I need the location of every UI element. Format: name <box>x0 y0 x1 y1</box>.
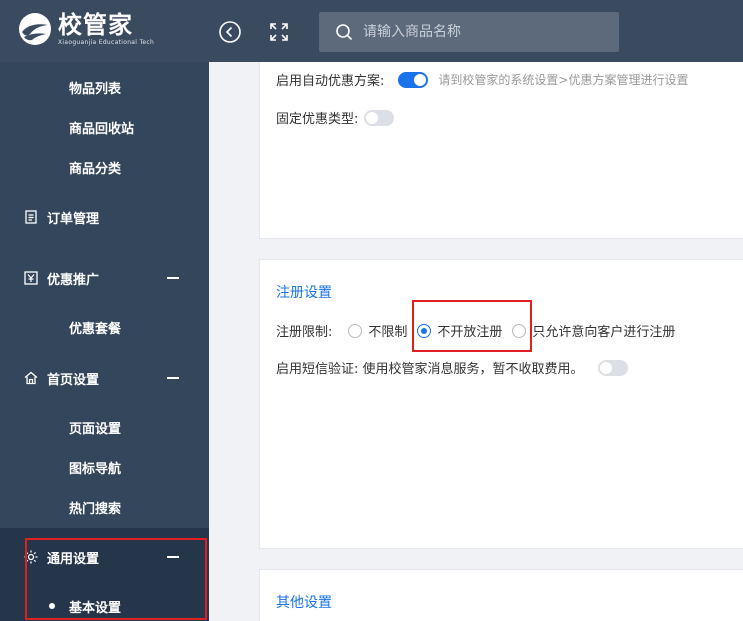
chevron-left-icon <box>219 21 241 43</box>
sidebar-item-label: 基本设置 <box>69 600 122 616</box>
auto-discount-row: 启用自动优惠方案: 请到校管家的系统设置>优惠方案管理进行设置 <box>276 70 688 89</box>
radio-closed-register[interactable]: 不开放注册 <box>417 321 502 340</box>
sidebar-item-page-settings[interactable]: 页面设置 <box>0 407 209 447</box>
sidebar-item-label: 优惠套餐 <box>69 321 122 337</box>
sidebar-item-label: 优惠推广 <box>47 272 100 288</box>
search-icon <box>336 24 353 41</box>
sidebar-item-goods-category[interactable]: 商品分类 <box>0 147 209 187</box>
auto-discount-label: 启用自动优惠方案: <box>276 74 385 89</box>
fixed-discount-toggle[interactable] <box>364 109 395 126</box>
sidebar-item-label: 订单管理 <box>47 211 100 227</box>
sidebar-item-label: 热门搜索 <box>69 501 122 517</box>
main-content: 启用自动优惠方案: 请到校管家的系统设置>优惠方案管理进行设置 固定优惠类型: … <box>239 62 743 621</box>
register-settings-card: 注册设置 注册限制: 不限制 不开放注册 只允许意向客户进行注册 启用短信验证:… <box>259 259 743 549</box>
discount-icon <box>24 271 38 285</box>
sidebar-item-goods-list[interactable]: 物品列表 <box>0 67 209 107</box>
sidebar-item-label: 图标导航 <box>69 461 122 477</box>
sidebar-item-label: 商品回收站 <box>69 121 135 137</box>
sidebar-item-label: 通用设置 <box>47 551 100 567</box>
sidebar-item-label: 首页设置 <box>47 372 100 388</box>
fixed-discount-row: 固定优惠类型: <box>276 108 395 127</box>
sidebar: 物品列表 商品回收站 商品分类 订单管理 优惠推广 优惠套餐 首页设置 页面设置… <box>0 62 209 621</box>
sms-verify-row: 启用短信验证: 使用校管家消息服务，暂不收取费用。 <box>276 358 628 377</box>
register-section-title: 注册设置 <box>276 285 332 301</box>
other-section-title: 其他设置 <box>276 595 332 611</box>
logo: 校管家 Xiaoguanjia Educational Tech <box>18 12 154 50</box>
sms-verify-label: 启用短信验证: 使用校管家消息服务，暂不收取费用。 <box>276 362 584 377</box>
gear-icon <box>24 550 38 564</box>
radio-no-limit[interactable]: 不限制 <box>348 321 407 340</box>
sidebar-item-orders[interactable]: 订单管理 <box>0 197 209 237</box>
sidebar-item-icon-nav[interactable]: 图标导航 <box>0 447 209 487</box>
sidebar-item-discount-package[interactable]: 优惠套餐 <box>0 307 209 347</box>
top-header: 校管家 Xiaoguanjia Educational Tech <box>0 0 743 62</box>
collapse-sidebar-button[interactable] <box>218 20 242 44</box>
logo-subtitle: Xiaoguanjia Educational Tech <box>58 39 155 46</box>
radio-intent-only[interactable]: 只允许意向客户进行注册 <box>512 321 675 340</box>
sidebar-item-goods-recycle[interactable]: 商品回收站 <box>0 107 209 147</box>
sidebar-item-home-settings[interactable]: 首页设置 <box>0 358 209 398</box>
other-settings-card: 其他设置 <box>259 569 743 621</box>
clipboard-icon <box>25 210 37 224</box>
sidebar-item-promotion[interactable]: 优惠推广 <box>0 258 209 298</box>
discount-settings-card: 启用自动优惠方案: 请到校管家的系统设置>优惠方案管理进行设置 固定优惠类型: <box>259 62 743 239</box>
sms-verify-toggle[interactable] <box>597 359 628 376</box>
register-limit-row: 注册限制: 不限制 不开放注册 只允许意向客户进行注册 <box>276 321 675 340</box>
home-icon <box>24 371 38 385</box>
sidebar-item-label: 物品列表 <box>69 81 122 97</box>
auto-discount-hint: 请到校管家的系统设置>优惠方案管理进行设置 <box>438 73 689 87</box>
sidebar-item-general-settings[interactable]: 通用设置 <box>0 528 209 586</box>
sidebar-item-basic-settings[interactable]: 基本设置 <box>0 586 209 621</box>
register-limit-label: 注册限制: <box>276 325 333 340</box>
fullscreen-icon <box>270 23 288 41</box>
search-box[interactable] <box>319 12 619 52</box>
logo-mark-icon <box>18 12 52 46</box>
search-input[interactable] <box>363 24 603 40</box>
sidebar-item-label: 页面设置 <box>69 421 122 437</box>
sidebar-item-label: 商品分类 <box>69 161 122 177</box>
collapse-minus-icon[interactable] <box>167 277 179 279</box>
sidebar-item-hot-search[interactable]: 热门搜索 <box>0 487 209 527</box>
fullscreen-button[interactable] <box>267 20 291 44</box>
collapse-minus-icon[interactable] <box>167 556 179 558</box>
logo-title: 校管家 <box>58 11 133 39</box>
fixed-discount-label: 固定优惠类型: <box>276 112 359 127</box>
auto-discount-toggle[interactable] <box>398 71 429 88</box>
collapse-minus-icon[interactable] <box>167 377 179 379</box>
active-dot-icon <box>49 603 55 609</box>
